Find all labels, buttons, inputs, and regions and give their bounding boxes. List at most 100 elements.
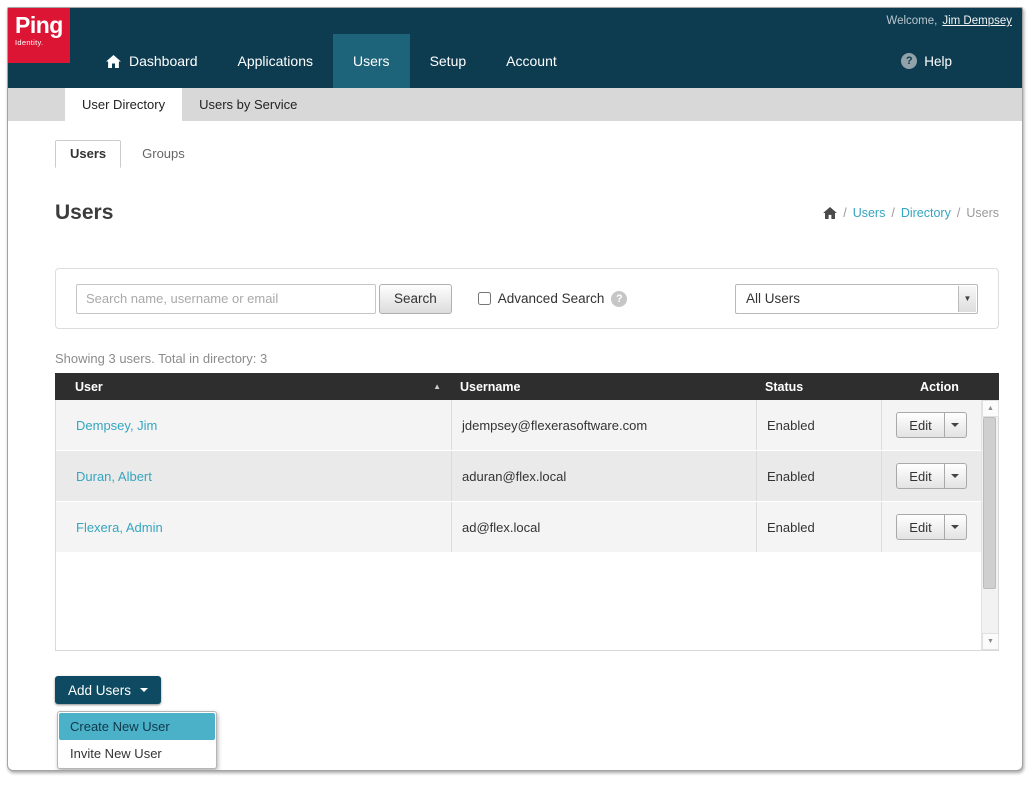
add-users-menu: Create New User Invite New User	[57, 711, 217, 769]
add-users-button[interactable]: Add Users	[55, 676, 161, 704]
user-cell: Duran, Albert	[56, 451, 451, 501]
breadcrumb-separator: /	[843, 206, 846, 220]
search-panel: Search Advanced Search ? All Users ▼	[55, 268, 999, 329]
user-link[interactable]: Dempsey, Jim	[76, 418, 157, 433]
username-cell: ad@flex.local	[451, 502, 756, 552]
topbar: Welcome, Jim Dempsey Dashboard Applicati…	[8, 8, 1022, 88]
tab-label: User Directory	[82, 97, 165, 112]
sort-ascending-icon: ▲	[433, 382, 441, 391]
table-header: User ▲ Username Status Action	[55, 373, 999, 400]
app-window: Welcome, Jim Dempsey Dashboard Applicati…	[7, 7, 1023, 771]
scroll-thumb[interactable]	[983, 417, 996, 589]
nav-item-account[interactable]: Account	[486, 34, 577, 88]
nav-label: Applications	[238, 53, 314, 69]
edit-button[interactable]: Edit	[896, 463, 944, 489]
nav-item-users[interactable]: Users	[333, 34, 410, 88]
breadcrumb-home-icon[interactable]	[823, 207, 837, 219]
tab-users-by-service[interactable]: Users by Service	[182, 88, 314, 121]
nav-label: Dashboard	[129, 53, 198, 69]
logo-brand-text: Ping	[15, 13, 70, 38]
tab-label: Users	[70, 146, 106, 161]
user-scope-select[interactable]: All Users ▼	[735, 284, 978, 314]
page-head: Users / Users / Directory / Users	[55, 201, 999, 225]
column-header-action[interactable]: Action	[880, 380, 999, 394]
menu-item-create-new-user[interactable]: Create New User	[59, 713, 215, 740]
caret-down-icon	[951, 474, 959, 478]
breadcrumb-current: Users	[966, 206, 999, 220]
column-header-user[interactable]: User ▲	[55, 380, 450, 394]
user-cell: Flexera, Admin	[56, 502, 451, 552]
help-icon: ?	[901, 53, 917, 69]
help-button[interactable]: ? Help	[901, 34, 952, 88]
help-label: Help	[924, 54, 952, 69]
status-text: Enabled	[767, 520, 815, 535]
nav-label: Account	[506, 53, 557, 69]
action-cell: Edit	[881, 400, 981, 450]
welcome-bar: Welcome, Jim Dempsey	[8, 8, 1022, 34]
current-user-link[interactable]: Jim Dempsey	[942, 15, 1012, 27]
tab-label: Users by Service	[199, 97, 297, 112]
action-cell: Edit	[881, 502, 981, 552]
table-row: Flexera, Admin ad@flex.local Enabled Edi…	[56, 502, 981, 553]
tab-user-directory[interactable]: User Directory	[65, 88, 182, 121]
select-value: All Users	[746, 291, 800, 306]
add-users-area: Add Users Create New User Invite New Use…	[55, 676, 999, 771]
advanced-search-checkbox[interactable]	[478, 292, 491, 305]
user-cell: Dempsey, Jim	[56, 400, 451, 450]
edit-button[interactable]: Edit	[896, 412, 944, 438]
user-link[interactable]: Flexera, Admin	[76, 520, 163, 535]
edit-split-button: Edit	[896, 412, 966, 438]
table-body: Dempsey, Jim jdempsey@flexerasoftware.co…	[55, 400, 999, 651]
scroll-down-button[interactable]: ▼	[982, 633, 999, 650]
action-cell: Edit	[881, 451, 981, 501]
breadcrumb: / Users / Directory / Users	[823, 206, 999, 220]
scroll-up-button[interactable]: ▲	[982, 400, 999, 417]
username-text: ad@flex.local	[462, 520, 540, 535]
nav-label: Setup	[430, 53, 467, 69]
username-cell: aduran@flex.local	[451, 451, 756, 501]
main-nav: Dashboard Applications Users Setup Accou…	[8, 34, 1022, 88]
page-title: Users	[55, 201, 113, 225]
edit-dropdown-toggle[interactable]	[945, 412, 967, 438]
caret-down-icon	[140, 688, 148, 692]
ping-identity-logo: Ping Identity.	[8, 8, 70, 63]
advanced-search-help-icon[interactable]: ?	[611, 291, 627, 307]
status-text: Enabled	[767, 418, 815, 433]
username-text: jdempsey@flexerasoftware.com	[462, 418, 647, 433]
status-cell: Enabled	[756, 400, 881, 450]
nav-label: Users	[353, 53, 390, 69]
username-cell: jdempsey@flexerasoftware.com	[451, 400, 756, 450]
nav-item-dashboard[interactable]: Dashboard	[86, 34, 218, 88]
menu-item-invite-new-user[interactable]: Invite New User	[59, 740, 215, 767]
table-row: Duran, Albert aduran@flex.local Enabled …	[56, 451, 981, 502]
tab-users[interactable]: Users	[55, 140, 121, 168]
breadcrumb-link-users[interactable]: Users	[853, 206, 886, 220]
breadcrumb-separator: /	[891, 206, 894, 220]
search-button[interactable]: Search	[379, 284, 452, 314]
main-content: Users Groups Users / Users / Directory /…	[8, 140, 1022, 771]
nav-item-applications[interactable]: Applications	[218, 34, 334, 88]
advanced-search-group: Advanced Search ?	[478, 291, 628, 307]
edit-button[interactable]: Edit	[896, 514, 944, 540]
nav-item-setup[interactable]: Setup	[410, 34, 487, 88]
column-header-status[interactable]: Status	[755, 380, 880, 394]
breadcrumb-link-directory[interactable]: Directory	[901, 206, 951, 220]
caret-down-icon	[951, 423, 959, 427]
table-scrollbar[interactable]: ▲ ▼	[981, 400, 998, 650]
edit-dropdown-toggle[interactable]	[945, 514, 967, 540]
status-cell: Enabled	[756, 451, 881, 501]
column-header-username[interactable]: Username	[450, 380, 755, 394]
column-label: Action	[920, 380, 959, 394]
logo-sub-text: Identity.	[15, 38, 70, 47]
edit-split-button: Edit	[896, 514, 966, 540]
tab-groups[interactable]: Groups	[127, 140, 200, 168]
search-input[interactable]	[76, 284, 376, 314]
tab-label: Groups	[142, 146, 185, 161]
edit-dropdown-toggle[interactable]	[945, 463, 967, 489]
users-table: User ▲ Username Status Action Demps	[55, 373, 999, 651]
select-dropdown-icon: ▼	[958, 286, 976, 312]
welcome-text: Welcome,	[886, 15, 937, 27]
table-row: Dempsey, Jim jdempsey@flexerasoftware.co…	[56, 400, 981, 451]
username-text: aduran@flex.local	[462, 469, 566, 484]
user-link[interactable]: Duran, Albert	[76, 469, 152, 484]
